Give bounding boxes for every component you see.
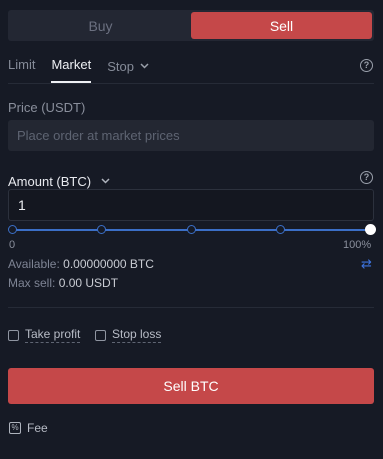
slider-stop-0[interactable] bbox=[7, 225, 17, 234]
available-value: 0.00000000 BTC bbox=[63, 257, 154, 271]
order-type-help-icon[interactable]: ? bbox=[360, 59, 373, 72]
stop-loss-option[interactable]: Stop loss bbox=[95, 327, 162, 343]
side-toggle: Buy Sell bbox=[8, 10, 374, 41]
fee-label: Fee bbox=[27, 421, 48, 435]
order-panel: Buy Sell Limit Market Stop ? Price (USDT… bbox=[0, 0, 383, 459]
amount-value: 1 bbox=[18, 197, 26, 213]
max-sell-label: Max sell: bbox=[8, 276, 56, 290]
chevron-down-icon bbox=[101, 172, 110, 187]
price-label: Price (USDT) bbox=[8, 100, 86, 115]
amount-slider[interactable] bbox=[7, 224, 376, 236]
available-label: Available: bbox=[8, 257, 60, 271]
amount-label[interactable]: Amount (BTC) bbox=[8, 172, 110, 189]
buy-tab-button[interactable]: Buy bbox=[10, 12, 191, 39]
price-field: Place order at market prices bbox=[8, 120, 374, 151]
slider-max-label: 100% bbox=[343, 239, 372, 251]
amount-input[interactable]: 1 bbox=[8, 189, 374, 221]
sell-tab-button[interactable]: Sell bbox=[191, 12, 372, 39]
max-sell-value: 0.00 USDT bbox=[58, 276, 119, 290]
slider-stop-25[interactable] bbox=[97, 225, 106, 234]
tab-market[interactable]: Market bbox=[51, 52, 92, 83]
max-sell: Max sell: 0.00 USDT bbox=[8, 276, 118, 290]
amount-label-text: Amount (BTC) bbox=[8, 174, 92, 189]
take-profit-option[interactable]: Take profit bbox=[8, 327, 81, 343]
price-placeholder: Place order at market prices bbox=[17, 128, 180, 143]
fee-link[interactable]: % Fee bbox=[9, 421, 48, 435]
available-balance: Available: 0.00000000 BTC bbox=[8, 257, 154, 271]
tab-limit[interactable]: Limit bbox=[8, 52, 35, 83]
slider-thumb[interactable] bbox=[364, 224, 376, 235]
slider-stop-75[interactable] bbox=[276, 225, 285, 234]
swap-icon[interactable]: ⇄ bbox=[361, 256, 372, 272]
divider bbox=[8, 307, 374, 308]
stop-loss-label: Stop loss bbox=[112, 327, 162, 343]
amount-help-icon[interactable]: ? bbox=[360, 171, 373, 184]
take-profit-label: Take profit bbox=[25, 327, 81, 343]
sell-btc-button[interactable]: Sell BTC bbox=[8, 368, 374, 404]
stop-loss-checkbox[interactable] bbox=[95, 329, 106, 341]
order-type-tabs: Limit Market Stop bbox=[8, 52, 374, 84]
take-profit-checkbox[interactable] bbox=[8, 329, 19, 341]
tab-stop-label: Stop bbox=[107, 59, 134, 74]
chevron-down-icon bbox=[140, 57, 149, 72]
slider-min-label: 0 bbox=[9, 239, 16, 251]
tab-stop[interactable]: Stop bbox=[107, 52, 149, 83]
fee-icon: % bbox=[9, 422, 21, 434]
slider-stop-50[interactable] bbox=[186, 225, 196, 234]
